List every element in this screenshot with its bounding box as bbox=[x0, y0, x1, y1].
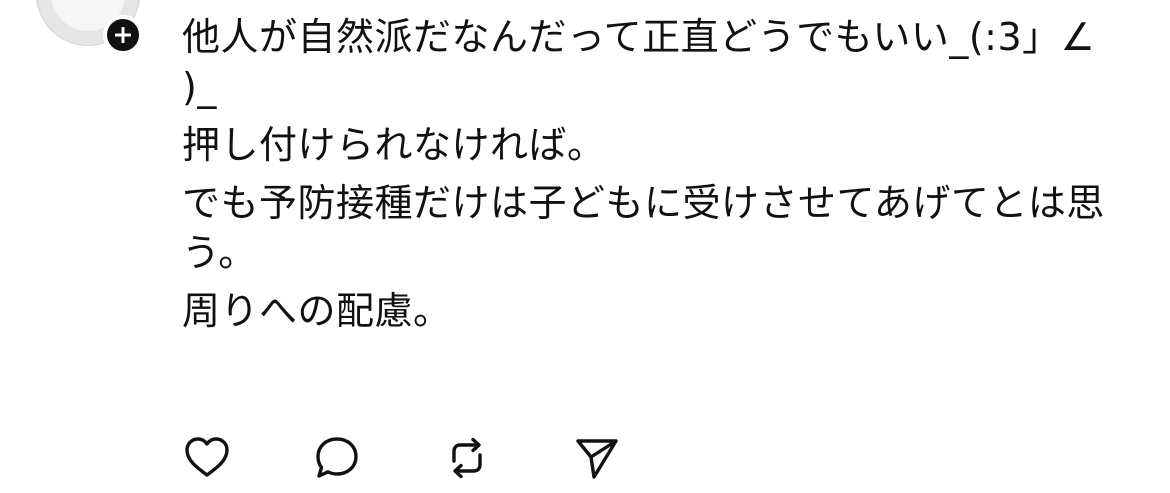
comment-icon bbox=[316, 437, 358, 478]
repost-icon bbox=[452, 437, 482, 479]
author-avatar-group bbox=[36, 0, 146, 55]
post-line: 押し付けられなければ。 bbox=[182, 123, 606, 167]
post-line: でも予防接種だけは子どもに受けさせてあげてとは思う。 bbox=[182, 181, 1105, 275]
repost-button[interactable] bbox=[442, 433, 492, 483]
like-button[interactable] bbox=[182, 433, 232, 483]
post-line: 他人が自然派だなんだって正直どうでもいい_(:3」∠ )_ bbox=[182, 15, 1096, 109]
post-actions bbox=[182, 433, 622, 483]
share-button[interactable] bbox=[572, 433, 622, 483]
reply-button[interactable] bbox=[312, 433, 362, 483]
send-icon bbox=[576, 439, 618, 479]
heart-icon bbox=[185, 437, 229, 477]
post-body: 他人が自然派だなんだって正直どうでもいい_(:3」∠ )_ 押し付けられなければ… bbox=[182, 12, 1122, 344]
post-line: 周りへの配慮。 bbox=[182, 289, 452, 333]
follow-button[interactable] bbox=[103, 15, 143, 55]
thread-post: 他人が自然派だなんだって正直どうでもいい_(:3」∠ )_ 押し付けられなければ… bbox=[0, 0, 1170, 493]
plus-icon bbox=[115, 27, 131, 43]
